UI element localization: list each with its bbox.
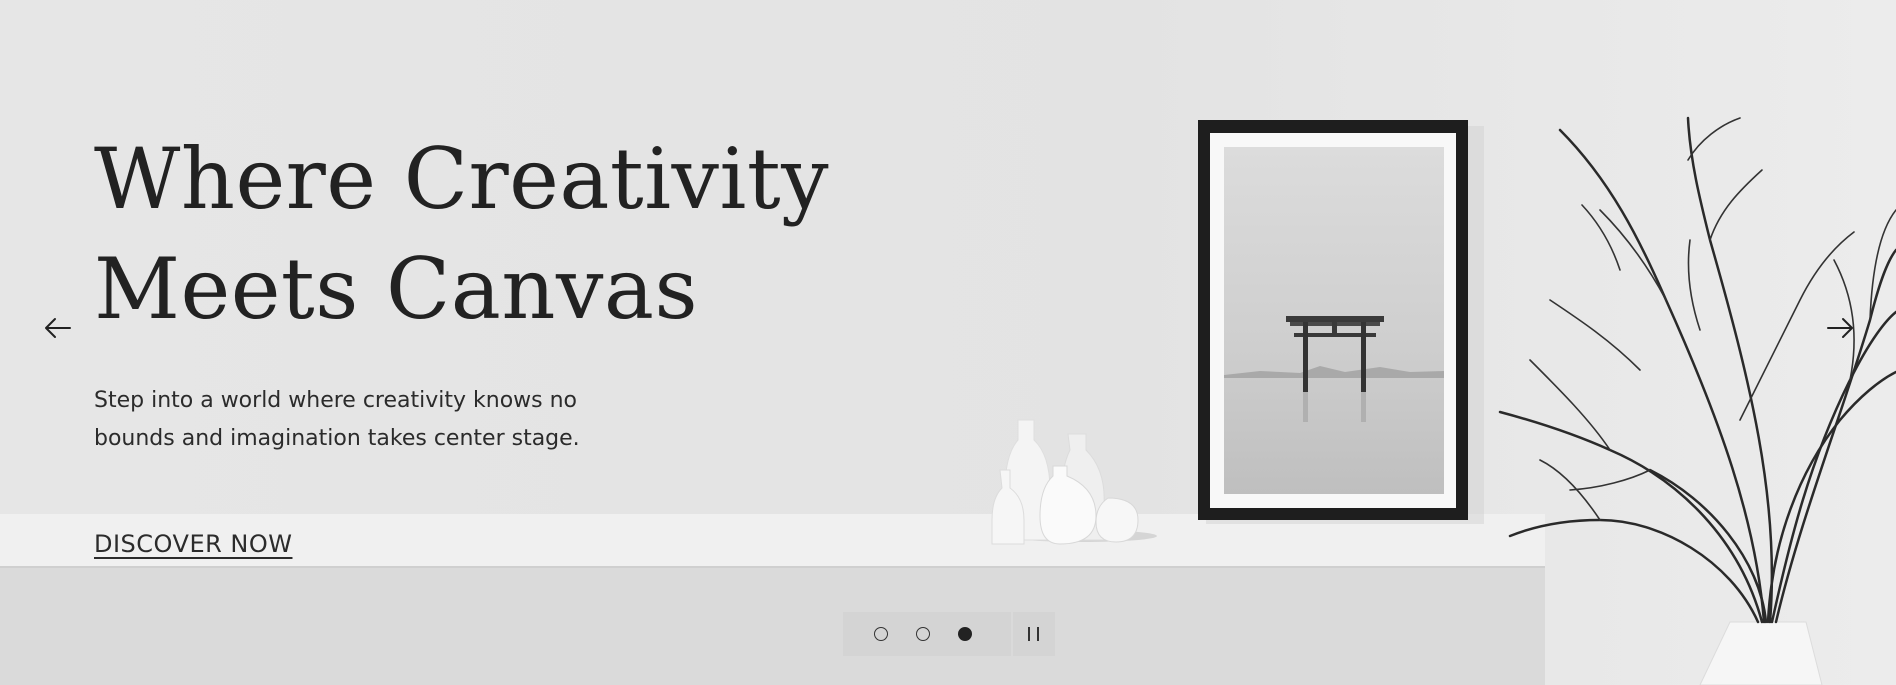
discover-now-link[interactable]: DISCOVER NOW xyxy=(94,530,292,558)
hero-title-line-1: Where Creativity xyxy=(94,130,830,228)
hero-slideshow: Where Creativity Meets Canvas Step into … xyxy=(0,0,1896,685)
pause-slideshow-button[interactable] xyxy=(1013,612,1055,656)
slide-dot-3[interactable] xyxy=(958,627,972,641)
hero-subtitle: Step into a world where creativity knows… xyxy=(94,382,654,458)
slide-dot-2[interactable] xyxy=(916,627,930,641)
hero-subtitle-line-1: Step into a world where creativity knows… xyxy=(94,388,578,413)
next-slide-button[interactable] xyxy=(1818,312,1858,344)
arrow-left-icon xyxy=(45,318,71,338)
slide-dot-1[interactable] xyxy=(874,627,888,641)
hero-title-line-2: Meets Canvas xyxy=(94,240,699,338)
arrow-right-icon xyxy=(1827,318,1853,338)
hero-title: Where Creativity Meets Canvas xyxy=(94,124,854,344)
hero-subtitle-line-2: bounds and imagination takes center stag… xyxy=(94,426,580,451)
hero-content: Where Creativity Meets Canvas Step into … xyxy=(94,124,854,458)
previous-slide-button[interactable] xyxy=(40,312,80,344)
slide-pagination xyxy=(843,612,1011,656)
